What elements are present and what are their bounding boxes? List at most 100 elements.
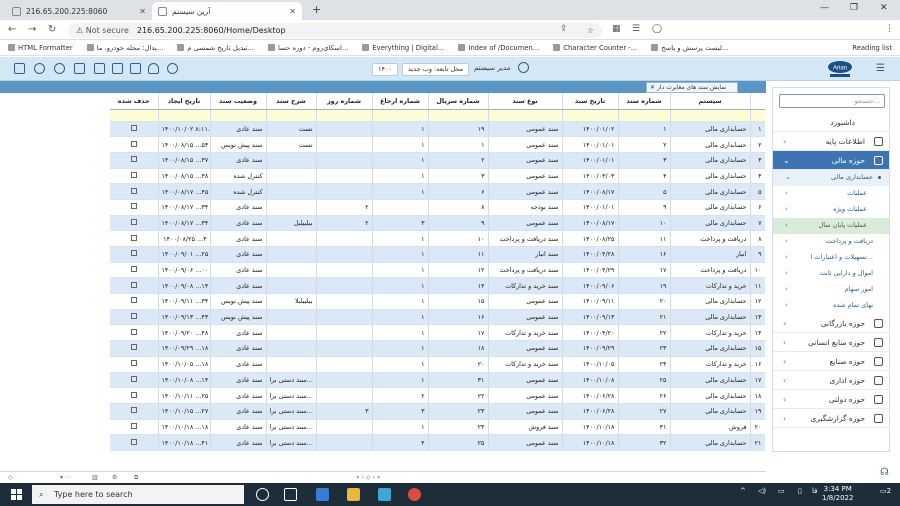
column-header[interactable]: وضعیت سند [210, 93, 267, 110]
close-tab-icon[interactable]: ✕ [139, 7, 146, 16]
column-header[interactable]: شماره روز [316, 93, 373, 110]
deleted-checkbox[interactable] [110, 372, 159, 389]
deleted-checkbox[interactable] [110, 152, 159, 169]
filter-cell[interactable] [670, 109, 751, 122]
branch-selector[interactable]: محل تابعه: وب جدید [402, 63, 470, 76]
deleted-checkbox[interactable] [110, 121, 159, 138]
deleted-checkbox[interactable] [110, 356, 159, 373]
filter-cell[interactable] [266, 109, 317, 122]
new-tab-button[interactable]: + [312, 3, 321, 16]
tray-chevron-icon[interactable]: ^ [740, 487, 746, 495]
deleted-checkbox[interactable] [110, 277, 159, 295]
support-headset-icon[interactable]: ☊ [880, 467, 889, 478]
table-row[interactable]: ۱۴۰۰/۰۹/۰۱ ...۲۵ سند عادی ۱ ۱۱ سند انبار ۱۴۰۰… [110, 246, 765, 263]
windows-start-icon[interactable] [11, 489, 22, 500]
edge-icon[interactable] [316, 488, 329, 501]
checkbox-icon[interactable] [130, 203, 137, 210]
sidebar-sub-facilities[interactable]: ‹ تسهیلات و اعتبارات ا... [773, 250, 889, 266]
help-icon[interactable] [34, 63, 45, 74]
menu-hamburger-icon[interactable]: ☰ [876, 63, 885, 74]
settings-icon[interactable] [54, 63, 65, 74]
filter-cell[interactable] [316, 109, 373, 122]
table-row[interactable]: ۱۴۰۰/۰۸/۱۷ ...۳۴ سند عادی بیلبیلیل ۲ ۳ ۹ سند ع… [110, 215, 765, 232]
table-row[interactable]: ۱۴۰۰/۰۹/۲۰ ...۴۸ سند عادی ۱ ۱۷ سند خرید و تد… [110, 324, 765, 342]
tab-mismatched-documents[interactable]: ✕ نمایش سند های مغایرت دار [646, 82, 738, 93]
deleted-checkbox[interactable] [110, 324, 159, 342]
sidebar-sub-cost[interactable]: ‹ بهای تمام شده [773, 298, 889, 314]
taskbar-clock[interactable]: 3:34 PM 1/8/2022 [822, 485, 853, 503]
checkbox-icon[interactable] [130, 218, 137, 225]
deleted-checkbox[interactable] [110, 403, 159, 420]
sidebar-item-government[interactable]: ‹ حوزه دولتی [773, 390, 889, 409]
filter-cell[interactable] [110, 109, 159, 122]
filter-cell[interactable] [372, 109, 429, 122]
checkbox-icon[interactable] [130, 156, 137, 163]
minimize-icon[interactable]: — [820, 3, 829, 13]
filter-cell[interactable] [158, 109, 211, 122]
checkbox-icon[interactable] [130, 391, 137, 398]
language-indicator[interactable]: فا [812, 487, 817, 495]
sidebar-item-commerce[interactable]: ‹ حوزه بازرگانی [773, 314, 889, 333]
filter-cell[interactable] [750, 109, 765, 122]
deleted-checkbox[interactable] [110, 199, 159, 216]
checkbox-icon[interactable] [130, 297, 137, 304]
filter-cell[interactable] [488, 109, 563, 122]
search-icon[interactable] [167, 63, 178, 74]
column-header[interactable]: تاریخ ایجاد [158, 93, 211, 110]
checkbox-icon[interactable] [130, 407, 137, 414]
sidebar-item-industry[interactable]: ‹ حوزه صنایع [773, 352, 889, 371]
table-row[interactable]: ۱۴۰۰/۰۹/۰۶ ...۰۰ سند عادی ۱ ۱۲ سند دریافت و … [110, 262, 765, 279]
table-row[interactable]: ۱۴۰۰/۰۸/۱۷ ...۳۴ سند عادی ۲ ۸ سند بودجه ۱۴۰۰/… [110, 199, 765, 216]
filter-row[interactable] [110, 109, 765, 122]
table-row[interactable]: ۱۴۰۰/۰۸/۱۵ ...۳۷ سند عادی ۱ ۲ سند عمومی ۱۴۰۰/… [110, 152, 765, 169]
deleted-checkbox[interactable] [110, 246, 159, 263]
column-header[interactable]: شماره سند [618, 93, 671, 110]
notifications-icon[interactable]: ▭2 [880, 487, 891, 495]
profile-icon[interactable]: ◯ [652, 24, 662, 34]
browser-tab-2[interactable]: آرین سیستم ✕ [152, 2, 302, 20]
sidebar-item-dashboard[interactable]: داشبورد [773, 113, 889, 132]
checkbox-icon[interactable] [130, 187, 137, 194]
deleted-checkbox[interactable] [110, 309, 159, 326]
cortana-icon[interactable] [256, 488, 269, 501]
bookmark-item[interactable]: تبدیل تاریخ شمسی م... [177, 44, 254, 52]
column-header[interactable]: حذف شده [110, 93, 159, 110]
sidebar-item-base-info[interactable]: ‹ اطلاعات پایه [773, 132, 889, 151]
deleted-checkbox[interactable] [110, 434, 159, 451]
table-row[interactable]: ۱۴۰۰/۰۸/۱۷ ...۴۵ کنترل شده ۱ ۶ سند عمومی ۱۴۰۰… [110, 183, 765, 200]
table-row[interactable]: ۱۴۰۰/۱۰/۰۲ ۸:۱۱... سند عادی تست ۱ ۱۹ سند عموم… [110, 121, 765, 138]
page-size-selector[interactable]: ▾ ⋯ [60, 474, 71, 481]
bookmark-item[interactable]: اسکای‌روم - دوره حسا... [267, 44, 348, 52]
sidebar-item-hr[interactable]: ‹ حوزه منابع انسانی [773, 333, 889, 352]
user-name[interactable]: مدیر سیستم [474, 64, 510, 72]
sidebar-sub-special-operations[interactable]: ‹ عملیات ویژه [773, 202, 889, 218]
checkbox-icon[interactable] [130, 266, 137, 273]
settings-icon[interactable]: ⚙ [112, 474, 117, 481]
share-icon[interactable]: ⇪ [560, 24, 568, 34]
export-icon[interactable] [14, 63, 25, 74]
extension-icon[interactable]: ▦ [612, 24, 621, 34]
bookmark-item[interactable]: Index of /Documen... [458, 44, 539, 52]
reading-list-button[interactable]: Reading list [852, 44, 892, 52]
restore-icon[interactable]: ❐ [850, 3, 858, 13]
filter-cell[interactable] [428, 109, 489, 122]
table-row[interactable]: ۱۴۰۰/۰۸/۱۵ ...۳۸ کنترل شده ۱ ۳ سند عمومی ۱۴۰۰… [110, 168, 765, 185]
close-window-icon[interactable]: ✕ [880, 3, 888, 13]
column-header[interactable]: شماره ارجاع [372, 93, 429, 110]
checkbox-icon[interactable] [130, 124, 137, 131]
taskbar-search-input[interactable]: ⌕ Type here to search [32, 485, 244, 504]
deleted-checkbox[interactable] [110, 419, 159, 436]
column-header[interactable]: شماره سریال [428, 93, 489, 110]
bell-icon[interactable] [148, 63, 159, 74]
close-tab-icon[interactable]: ✕ [289, 7, 296, 16]
deleted-checkbox[interactable] [110, 215, 159, 232]
sidebar-item-finance[interactable]: ⌄ حوزه مالی [773, 151, 889, 170]
address-bar[interactable]: ⚠ Not secure 216.65.200.225:8060/Home/De… [68, 23, 602, 38]
checkbox-icon[interactable] [130, 375, 137, 382]
checkbox-icon[interactable] [130, 360, 137, 367]
chat-icon[interactable] [130, 63, 141, 74]
menu-dots-icon[interactable]: ⋮ [885, 24, 894, 34]
print-icon[interactable] [94, 63, 105, 74]
table-row[interactable]: ۱۴۰۰/۰۹/۰۸ ...۱۴ سند عادی ۱ ۱۴ سند خرید و تد… [110, 277, 765, 295]
sidebar-search-input[interactable]: جستجو... [779, 94, 885, 108]
